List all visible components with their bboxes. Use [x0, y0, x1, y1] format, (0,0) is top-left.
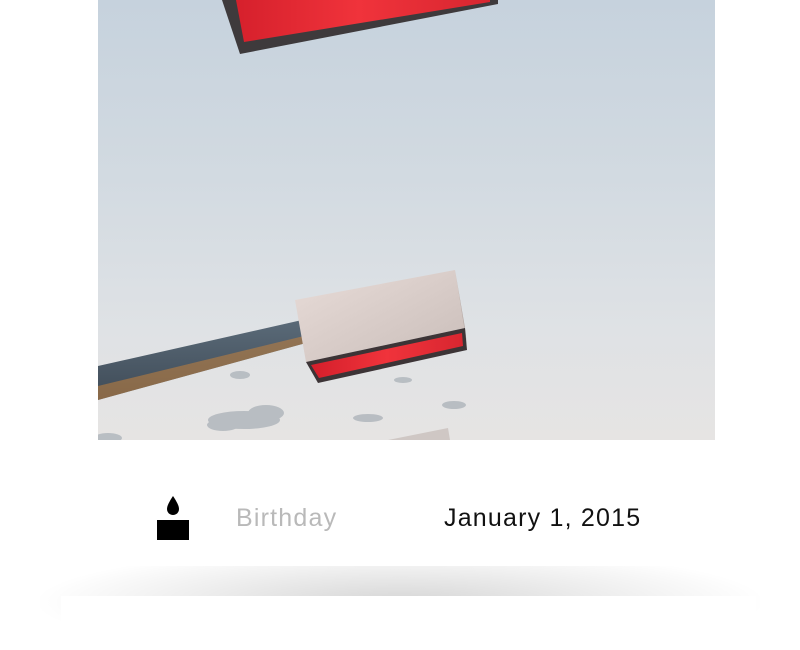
birthday-cake-candle-icon [156, 496, 190, 540]
cover-photo [98, 0, 715, 440]
birthday-date: January 1, 2015 [444, 504, 642, 532]
birthday-label: Birthday [236, 504, 338, 532]
profile-page: Birthday January 1, 2015 [0, 0, 800, 650]
next-card [61, 596, 756, 650]
birthday-row: Birthday January 1, 2015 [0, 490, 800, 546]
